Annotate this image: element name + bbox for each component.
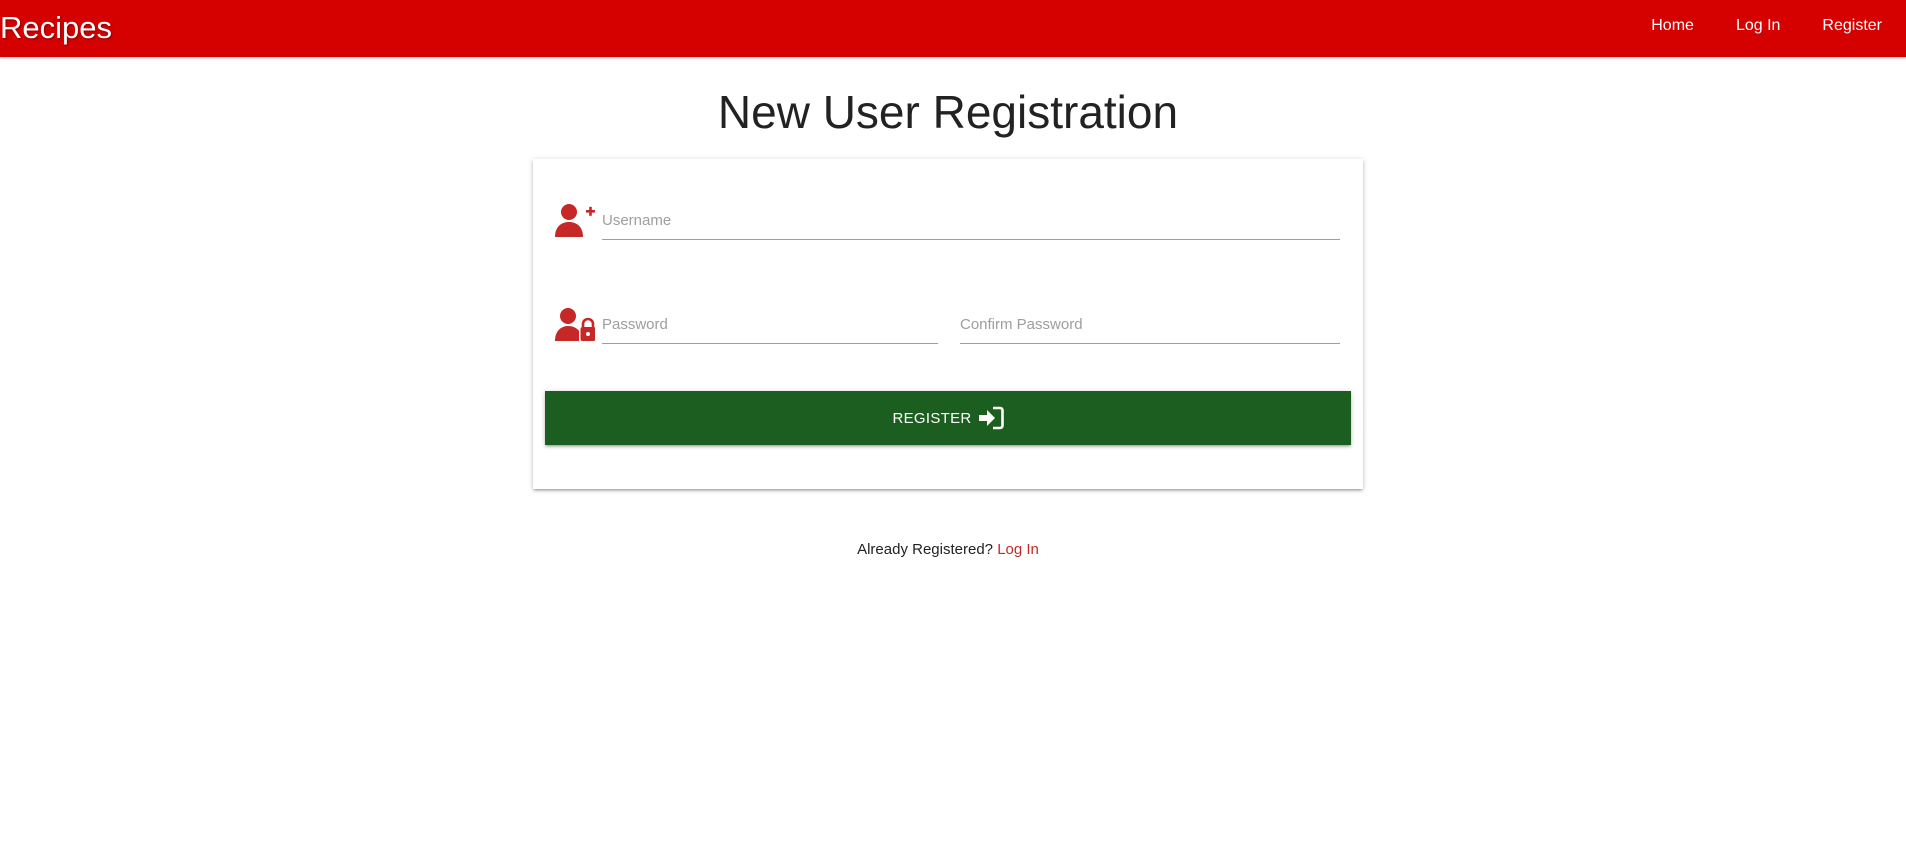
- login-prompt-text: Already Registered?: [857, 541, 994, 558]
- page-title: New User Registration: [717, 86, 1179, 138]
- username-input[interactable]: [602, 203, 1340, 237]
- user-lock-icon: [555, 307, 595, 343]
- register-button-label: Register: [892, 409, 972, 427]
- register-button[interactable]: Register: [545, 391, 1351, 445]
- brand-logo[interactable]: Recipes: [0, 8, 112, 48]
- login-link[interactable]: Log In: [997, 541, 1039, 558]
- nav-link-register[interactable]: Register: [1792, 14, 1894, 38]
- login-prompt: Already Registered? Log In: [0, 540, 1896, 560]
- navbar: Recipes Home Log In Register: [0, 0, 1906, 57]
- password-field: [602, 307, 938, 344]
- confirm-password-field: [960, 307, 1340, 344]
- username-field: [602, 203, 1340, 240]
- password-input[interactable]: [602, 307, 938, 341]
- sign-in-icon: [978, 406, 1004, 430]
- nav-link-home[interactable]: Home: [1621, 14, 1706, 38]
- confirm-password-input[interactable]: [960, 307, 1340, 341]
- nav-links: Home Log In Register: [1621, 14, 1894, 38]
- registration-card: Register: [533, 159, 1363, 489]
- nav-link-login[interactable]: Log In: [1706, 14, 1792, 38]
- user-plus-icon: [555, 203, 595, 239]
